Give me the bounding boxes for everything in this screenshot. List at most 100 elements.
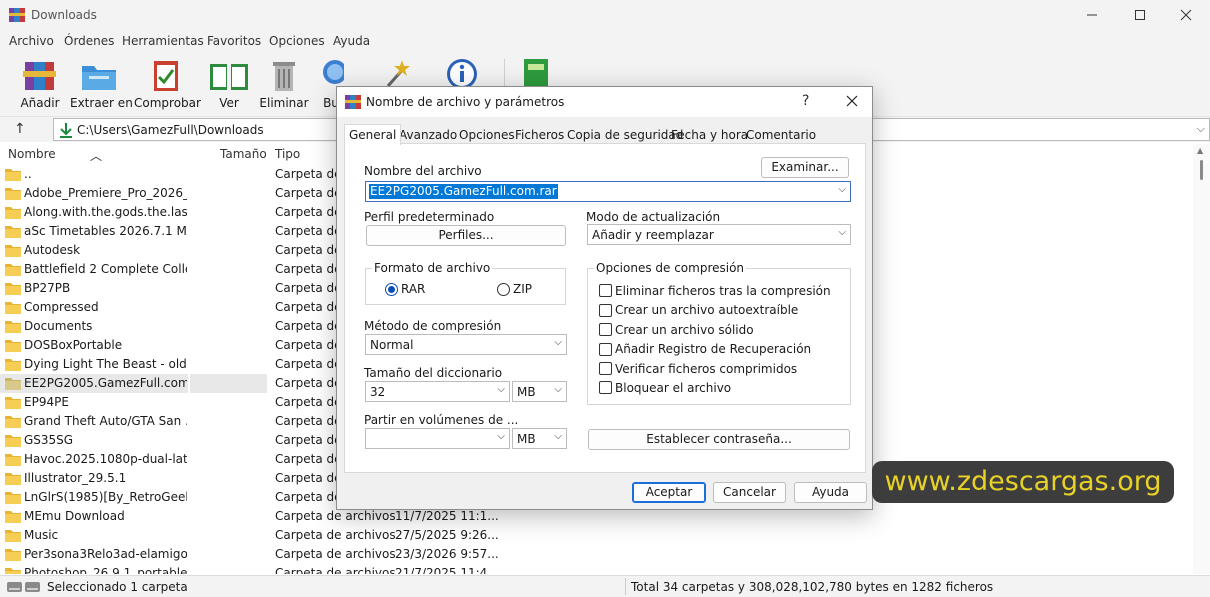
tab-fecha-y-hora[interactable]: Fecha y hora <box>667 126 752 144</box>
sfx-checkbox[interactable] <box>599 304 612 317</box>
update-mode-select[interactable]: Añadir y reemplazar ⌵ <box>587 224 851 245</box>
maximize-icon[interactable] <box>1131 6 1149 24</box>
format-rar-radio[interactable] <box>385 283 398 296</box>
chevron-down-icon[interactable]: ⌵ <box>838 184 846 195</box>
delete-after-checkbox[interactable] <box>599 284 612 297</box>
cancel-button[interactable]: Cancelar <box>713 482 786 503</box>
folder-icon <box>5 283 21 295</box>
scroll-thumb[interactable] <box>1200 160 1203 180</box>
menu-ayuda[interactable]: Ayuda <box>333 34 370 48</box>
folder-icon <box>5 264 21 276</box>
drive-icon <box>7 582 40 592</box>
name-cell: Photoshop_26.9.1_portable <box>0 564 188 574</box>
file-name: Dying Light The Beast - old ... <box>24 357 187 371</box>
recovery-checkbox[interactable] <box>599 343 612 356</box>
address-path: C:\Users\GamezFull\Downloads <box>77 123 264 137</box>
file-name: GS35SG <box>24 433 74 447</box>
file-name: LnGlrS(1985)[By_RetroGeeks... <box>24 490 187 504</box>
menu-favoritos[interactable]: Favoritos <box>207 34 261 48</box>
chevron-down-icon[interactable]: ⌵ <box>554 431 562 442</box>
split-unit-select[interactable]: MB ⌵ <box>512 428 567 449</box>
chevron-down-icon[interactable]: ⌵ <box>554 337 562 348</box>
chevron-down-icon[interactable]: ⌵ <box>1197 122 1205 136</box>
tab-general[interactable]: General <box>344 124 402 145</box>
menu-ordenes[interactable]: Órdenes <box>64 34 114 48</box>
list-item[interactable]: Music Carpeta de archivos 27/5/2025 9:26..… <box>0 526 1193 545</box>
size-cell <box>190 317 267 336</box>
verify-checkbox[interactable] <box>599 362 612 375</box>
format-zip-radio[interactable] <box>497 283 510 296</box>
format-label: Formato de archivo <box>372 261 493 275</box>
chevron-down-icon[interactable]: ⌵ <box>838 227 846 238</box>
column-name[interactable]: Nombre <box>8 147 56 161</box>
test-button[interactable]: Comprobar <box>134 56 201 110</box>
dict-unit-select[interactable]: MB ⌵ <box>512 381 567 402</box>
help-icon[interactable]: ? <box>802 93 809 109</box>
file-type: Carpeta de <box>275 319 342 333</box>
browse-button[interactable]: Examinar... <box>761 157 849 178</box>
split-size-select[interactable]: ⌵ <box>365 428 510 449</box>
status-total: Total 34 carpetas y 308,028,102,780 byte… <box>631 580 994 594</box>
lock-checkbox[interactable] <box>599 381 612 394</box>
file-type: Carpeta de <box>275 281 342 295</box>
file-name: Photoshop_26.9.1_portable <box>24 566 187 574</box>
profiles-button[interactable]: Perfiles... <box>366 225 566 246</box>
solid-checkbox[interactable] <box>599 323 612 336</box>
ok-button[interactable]: Aceptar <box>632 482 706 503</box>
list-item[interactable]: Photoshop_26.9.1_portable Carpeta de arch… <box>0 564 1193 574</box>
tab-avanzado[interactable]: Avanzado <box>395 126 461 144</box>
file-name: aSc Timetables 2026.7.1 Mult... <box>24 224 187 238</box>
archive-name-value: EE2PG2005.GamezFull.com.rar <box>369 184 558 199</box>
name-cell: Per3sona3Relo3ad-elamigos <box>0 545 188 564</box>
file-name: Autodesk <box>24 243 81 257</box>
tab-comentario[interactable]: Comentario <box>742 126 820 144</box>
method-select[interactable]: Normal ⌵ <box>365 334 567 355</box>
split-unit-value: MB <box>517 432 536 446</box>
extract-button[interactable]: Extraer en <box>70 56 133 110</box>
extract-label: Extraer en <box>70 96 133 110</box>
window-title: Downloads <box>31 8 97 22</box>
folder-icon <box>5 397 21 409</box>
menu-archivo[interactable]: Archivo <box>9 34 54 48</box>
name-cell: LnGlrS(1985)[By_RetroGeeks... <box>0 488 188 507</box>
name-cell: Autodesk <box>0 241 188 260</box>
chevron-down-icon[interactable]: ⌵ <box>497 384 505 395</box>
tab-ficheros[interactable]: Ficheros <box>511 126 568 144</box>
file-type: Carpeta de <box>275 452 342 466</box>
chevron-down-icon[interactable]: ⌵ <box>497 431 505 442</box>
set-password-button[interactable]: Establecer contraseña... <box>588 429 850 450</box>
dict-size-select[interactable]: 32 ⌵ <box>365 381 510 402</box>
delete-button[interactable]: Eliminar <box>258 56 310 110</box>
column-size[interactable]: Tamaño <box>220 147 267 161</box>
add-button[interactable]: Añadir <box>18 56 62 110</box>
folder-icon <box>5 321 21 333</box>
name-cell: Dying Light The Beast - old ... <box>0 355 188 374</box>
tab-opciones[interactable]: Opciones <box>455 126 519 144</box>
menu-opciones[interactable]: Opciones <box>269 34 325 48</box>
up-arrow-icon[interactable]: ↑ <box>14 121 26 137</box>
menu-herramientas[interactable]: Herramientas <box>122 34 204 48</box>
winrar-dialog-icon <box>345 95 361 109</box>
name-cell: EP94PE <box>0 393 188 412</box>
winrar-app-icon <box>9 8 25 22</box>
archive-name-label: Nombre del archivo <box>364 164 482 178</box>
name-cell: MEmu Download <box>0 507 188 526</box>
file-name: Along.with.the.gods.the.last.... <box>24 205 187 219</box>
view-button[interactable]: Ver <box>206 56 252 110</box>
archive-name-combo[interactable]: EE2PG2005.GamezFull.com.rar ⌵ <box>365 181 851 202</box>
column-type[interactable]: Tipo <box>275 147 300 161</box>
help-button[interactable]: Ayuda <box>794 482 867 503</box>
scroll-up-icon[interactable]: ▲ <box>1197 146 1203 155</box>
vertical-scrollbar[interactable]: ▲ <box>1193 144 1210 574</box>
delete-label: Eliminar <box>259 96 309 110</box>
solid-label: Crear un archivo sólido <box>615 323 754 337</box>
folder-icon <box>5 169 21 181</box>
chevron-down-icon[interactable]: ⌵ <box>554 384 562 395</box>
list-item[interactable]: Per3sona3Relo3ad-elamigos Carpeta de arch… <box>0 545 1193 564</box>
close-icon[interactable] <box>1177 6 1195 24</box>
status-selection: Seleccionado 1 carpeta <box>47 580 188 594</box>
minimize-icon[interactable] <box>1083 6 1101 24</box>
folder-icon <box>5 549 21 561</box>
file-date: 23/3/2026 9:57... <box>395 547 499 561</box>
dialog-close-icon[interactable] <box>844 93 860 109</box>
